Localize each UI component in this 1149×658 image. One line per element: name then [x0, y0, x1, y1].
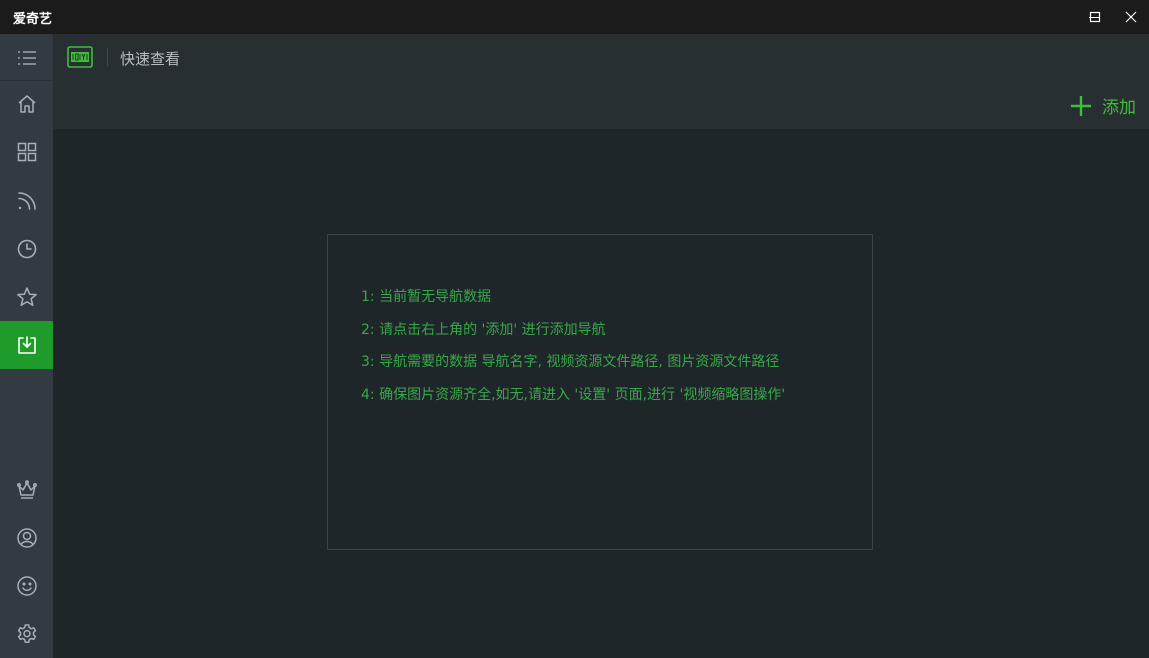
- close-button[interactable]: [1114, 0, 1148, 34]
- sidebar-item-favorites[interactable]: [0, 273, 53, 321]
- maximize-control[interactable]: [1078, 0, 1112, 34]
- header: 快速查看 添加: [53, 34, 1149, 129]
- sidebar-item-downloads[interactable]: [0, 321, 53, 369]
- menu-icon: [17, 51, 36, 65]
- sidebar-item-home[interactable]: [0, 80, 53, 128]
- sidebar-menu-button[interactable]: [0, 34, 53, 82]
- empty-state-box: 1: 当前暂无导航数据 2: 请点击右上角的 '添加' 进行添加导航 3: 导航…: [327, 234, 873, 550]
- plus-icon: [1071, 95, 1091, 116]
- info-lines: 1: 当前暂无导航数据 2: 请点击右上角的 '添加' 进行添加导航 3: 导航…: [361, 281, 785, 411]
- sidebar-item-categories[interactable]: [0, 128, 53, 176]
- sidebar-item-subscriptions[interactable]: [0, 177, 53, 225]
- iqiyi-logo[interactable]: [67, 46, 93, 68]
- info-line-2: 2: 请点击右上角的 '添加' 进行添加导航: [361, 321, 606, 338]
- star-icon: [16, 287, 37, 307]
- sidebar-item-history[interactable]: [0, 225, 53, 273]
- sidebar-item-account[interactable]: [0, 514, 53, 562]
- info-line-4: 4: 确保图片资源齐全,如无,请进入 '设置' 页面,进行 '视频缩略图操作': [361, 386, 786, 403]
- clock-icon: [17, 239, 36, 259]
- app-title: 爱奇艺: [13, 12, 53, 27]
- sidebar-item-settings[interactable]: [0, 610, 53, 658]
- user-icon: [16, 528, 37, 548]
- page-title: 快速查看: [120, 50, 181, 68]
- smile-icon: [16, 576, 37, 596]
- sidebar-item-vip[interactable]: [0, 466, 53, 514]
- add-button[interactable]: 添加: [1070, 93, 1136, 118]
- add-button-label: 添加: [1102, 98, 1136, 118]
- gear-icon: [17, 624, 36, 643]
- close-icon: [1125, 11, 1137, 23]
- sidebar-item-feedback[interactable]: [0, 562, 53, 610]
- sidebar: [0, 34, 53, 658]
- logo-separator: [107, 48, 108, 66]
- grid-icon: [17, 142, 36, 162]
- crown-icon: [16, 480, 37, 499]
- maximize-icon: [1089, 11, 1101, 23]
- info-line-1: 1: 当前暂无导航数据: [361, 289, 492, 305]
- rss-icon: [17, 192, 36, 210]
- download-icon: [17, 336, 36, 354]
- title-bar: 爱奇艺: [0, 0, 1149, 34]
- home-icon: [18, 95, 35, 113]
- info-line-3: 3: 导航需要的数据 导航名字, 视频资源文件路径, 图片资源文件路径: [361, 354, 780, 370]
